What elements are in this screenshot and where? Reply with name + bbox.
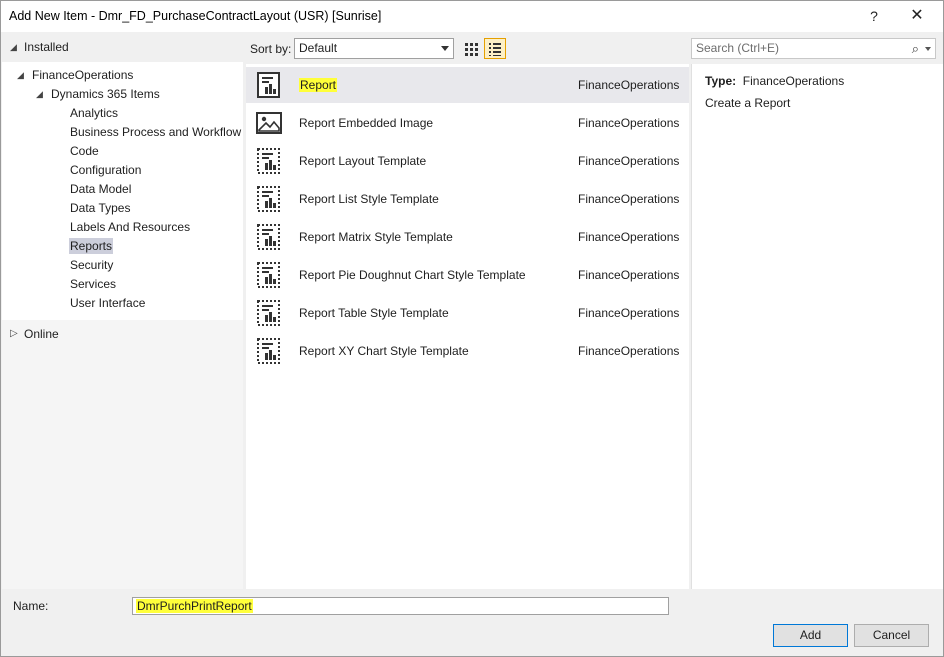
name-value: DmrPurchPrintReport	[136, 599, 253, 613]
tree-item-user-interface[interactable]: User Interface	[70, 296, 145, 310]
template-list: Report FinanceOperations Report Embedded…	[246, 64, 689, 589]
name-label: Name:	[13, 599, 49, 613]
type-label: Type:	[705, 74, 737, 88]
tree-item-security[interactable]: Security	[70, 258, 113, 272]
template-category: FinanceOperations	[578, 116, 680, 130]
list-item-report-matrix-style-template[interactable]: Report Matrix Style Template FinanceOper…	[246, 219, 689, 255]
chevron-down-icon[interactable]	[925, 47, 931, 51]
list-item-report-table-style-template[interactable]: Report Table Style Template FinanceOpera…	[246, 295, 689, 331]
tree-item-services[interactable]: Services	[70, 277, 116, 291]
search-input[interactable]: Search (Ctrl+E) ⌕	[691, 38, 936, 59]
window-title: Add New Item - Dmr_FD_PurchaseContractLa…	[9, 9, 382, 23]
template-name: Report List Style Template	[299, 192, 439, 206]
category-tree: ◢ Installed ◢ FinanceOperations ◢ Dynami…	[2, 32, 243, 589]
collapse-icon[interactable]: ◢	[10, 42, 17, 53]
template-category: FinanceOperations	[578, 268, 680, 282]
chevron-down-icon	[441, 46, 449, 51]
sort-by-label: Sort by:	[250, 42, 292, 56]
tree-item-data-model[interactable]: Data Model	[70, 182, 131, 196]
image-icon	[256, 112, 282, 134]
list-view-icon	[489, 43, 501, 56]
report-template-icon	[257, 338, 280, 364]
report-template-icon	[257, 262, 280, 288]
template-category: FinanceOperations	[578, 306, 680, 320]
report-template-icon	[257, 300, 280, 326]
type-value: FinanceOperations	[742, 74, 845, 88]
collapse-icon[interactable]: ◢	[17, 70, 24, 81]
grid-view-icon	[465, 43, 478, 56]
installed-header[interactable]: ◢ Installed	[2, 32, 243, 62]
tree-item-labels-and-resources[interactable]: Labels And Resources	[70, 220, 190, 234]
search-icon[interactable]: ⌕	[912, 41, 919, 57]
template-category: FinanceOperations	[578, 78, 680, 92]
tree-body: ◢ FinanceOperations ◢ Dynamics 365 Items…	[2, 62, 243, 320]
report-template-icon	[257, 186, 280, 212]
template-name: Report Pie Doughnut Chart Style Template	[299, 268, 526, 282]
details-description: Create a Report	[705, 96, 791, 110]
sort-by-dropdown[interactable]: Default	[294, 38, 454, 59]
list-item-report-layout-template[interactable]: Report Layout Template FinanceOperations	[246, 143, 689, 179]
tree-item-data-types[interactable]: Data Types	[70, 201, 130, 215]
add-button[interactable]: Add	[773, 624, 848, 647]
template-category: FinanceOperations	[578, 154, 680, 168]
list-item-report-xy-chart-style-template[interactable]: Report XY Chart Style Template FinanceOp…	[246, 333, 689, 369]
report-template-icon	[257, 148, 280, 174]
search-placeholder: Search (Ctrl+E)	[696, 41, 780, 55]
tree-item-reports[interactable]: Reports	[69, 238, 114, 254]
details-panel: Type: FinanceOperations Create a Report	[691, 64, 943, 589]
tree-item-business-process[interactable]: Business Process and Workflow	[70, 125, 241, 139]
template-name: Report	[299, 78, 338, 92]
list-item-report-embedded-image[interactable]: Report Embedded Image FinanceOperations	[246, 105, 689, 141]
template-category: FinanceOperations	[578, 192, 680, 206]
tree-item-installed[interactable]: Installed	[24, 40, 69, 54]
tree-item-code[interactable]: Code	[70, 144, 99, 158]
tree-item-configuration[interactable]: Configuration	[70, 163, 141, 177]
close-button[interactable]: ✕	[905, 5, 929, 27]
template-category: FinanceOperations	[578, 230, 680, 244]
list-item-report-list-style-template[interactable]: Report List Style Template FinanceOperat…	[246, 181, 689, 217]
title-bar: Add New Item - Dmr_FD_PurchaseContractLa…	[1, 1, 943, 32]
report-template-icon	[257, 224, 280, 250]
report-icon	[257, 72, 280, 98]
tree-item-online[interactable]: Online	[24, 327, 59, 341]
cancel-button[interactable]: Cancel	[854, 624, 929, 647]
details-type: Type: FinanceOperations	[705, 74, 844, 88]
template-name: Report Layout Template	[299, 154, 427, 168]
template-name: Report XY Chart Style Template	[299, 344, 469, 358]
sort-by-value: Default	[299, 41, 338, 55]
medium-icons-view-button[interactable]	[460, 38, 482, 59]
template-category: FinanceOperations	[578, 344, 680, 358]
template-name: Report Table Style Template	[299, 306, 449, 320]
tree-item-dynamics-365-items[interactable]: Dynamics 365 Items	[51, 87, 160, 101]
add-new-item-dialog: Add New Item - Dmr_FD_PurchaseContractLa…	[0, 0, 944, 657]
tree-item-analytics[interactable]: Analytics	[70, 106, 118, 120]
template-name: Report Embedded Image	[299, 116, 434, 130]
template-name: Report Matrix Style Template	[299, 230, 453, 244]
list-item-report[interactable]: Report FinanceOperations	[246, 67, 689, 103]
help-button[interactable]: ?	[863, 5, 885, 27]
expand-icon[interactable]: ▷	[10, 328, 18, 339]
name-field[interactable]: DmrPurchPrintReport	[132, 597, 669, 615]
small-icons-view-button[interactable]	[484, 38, 506, 59]
list-item-report-pie-doughnut-chart-style-template[interactable]: Report Pie Doughnut Chart Style Template…	[246, 257, 689, 293]
tree-item-financeoperations[interactable]: FinanceOperations	[32, 68, 133, 82]
collapse-icon[interactable]: ◢	[36, 89, 43, 100]
